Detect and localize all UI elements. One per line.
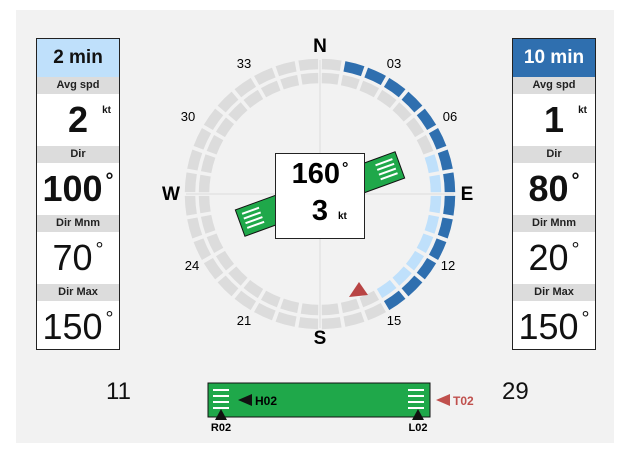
wind-display: 2 min Avg spd 2 kt Dir 100 ° Dir Mnm 70 ° …: [16, 10, 614, 443]
h02-label: H02: [255, 394, 277, 408]
l02-label: L02: [409, 422, 428, 434]
r02-label: R02: [211, 422, 231, 434]
runway-diagram: H02 T02 R02 L02: [207, 382, 474, 434]
t02-arrow: [436, 394, 450, 406]
t02-label: T02: [453, 394, 474, 408]
